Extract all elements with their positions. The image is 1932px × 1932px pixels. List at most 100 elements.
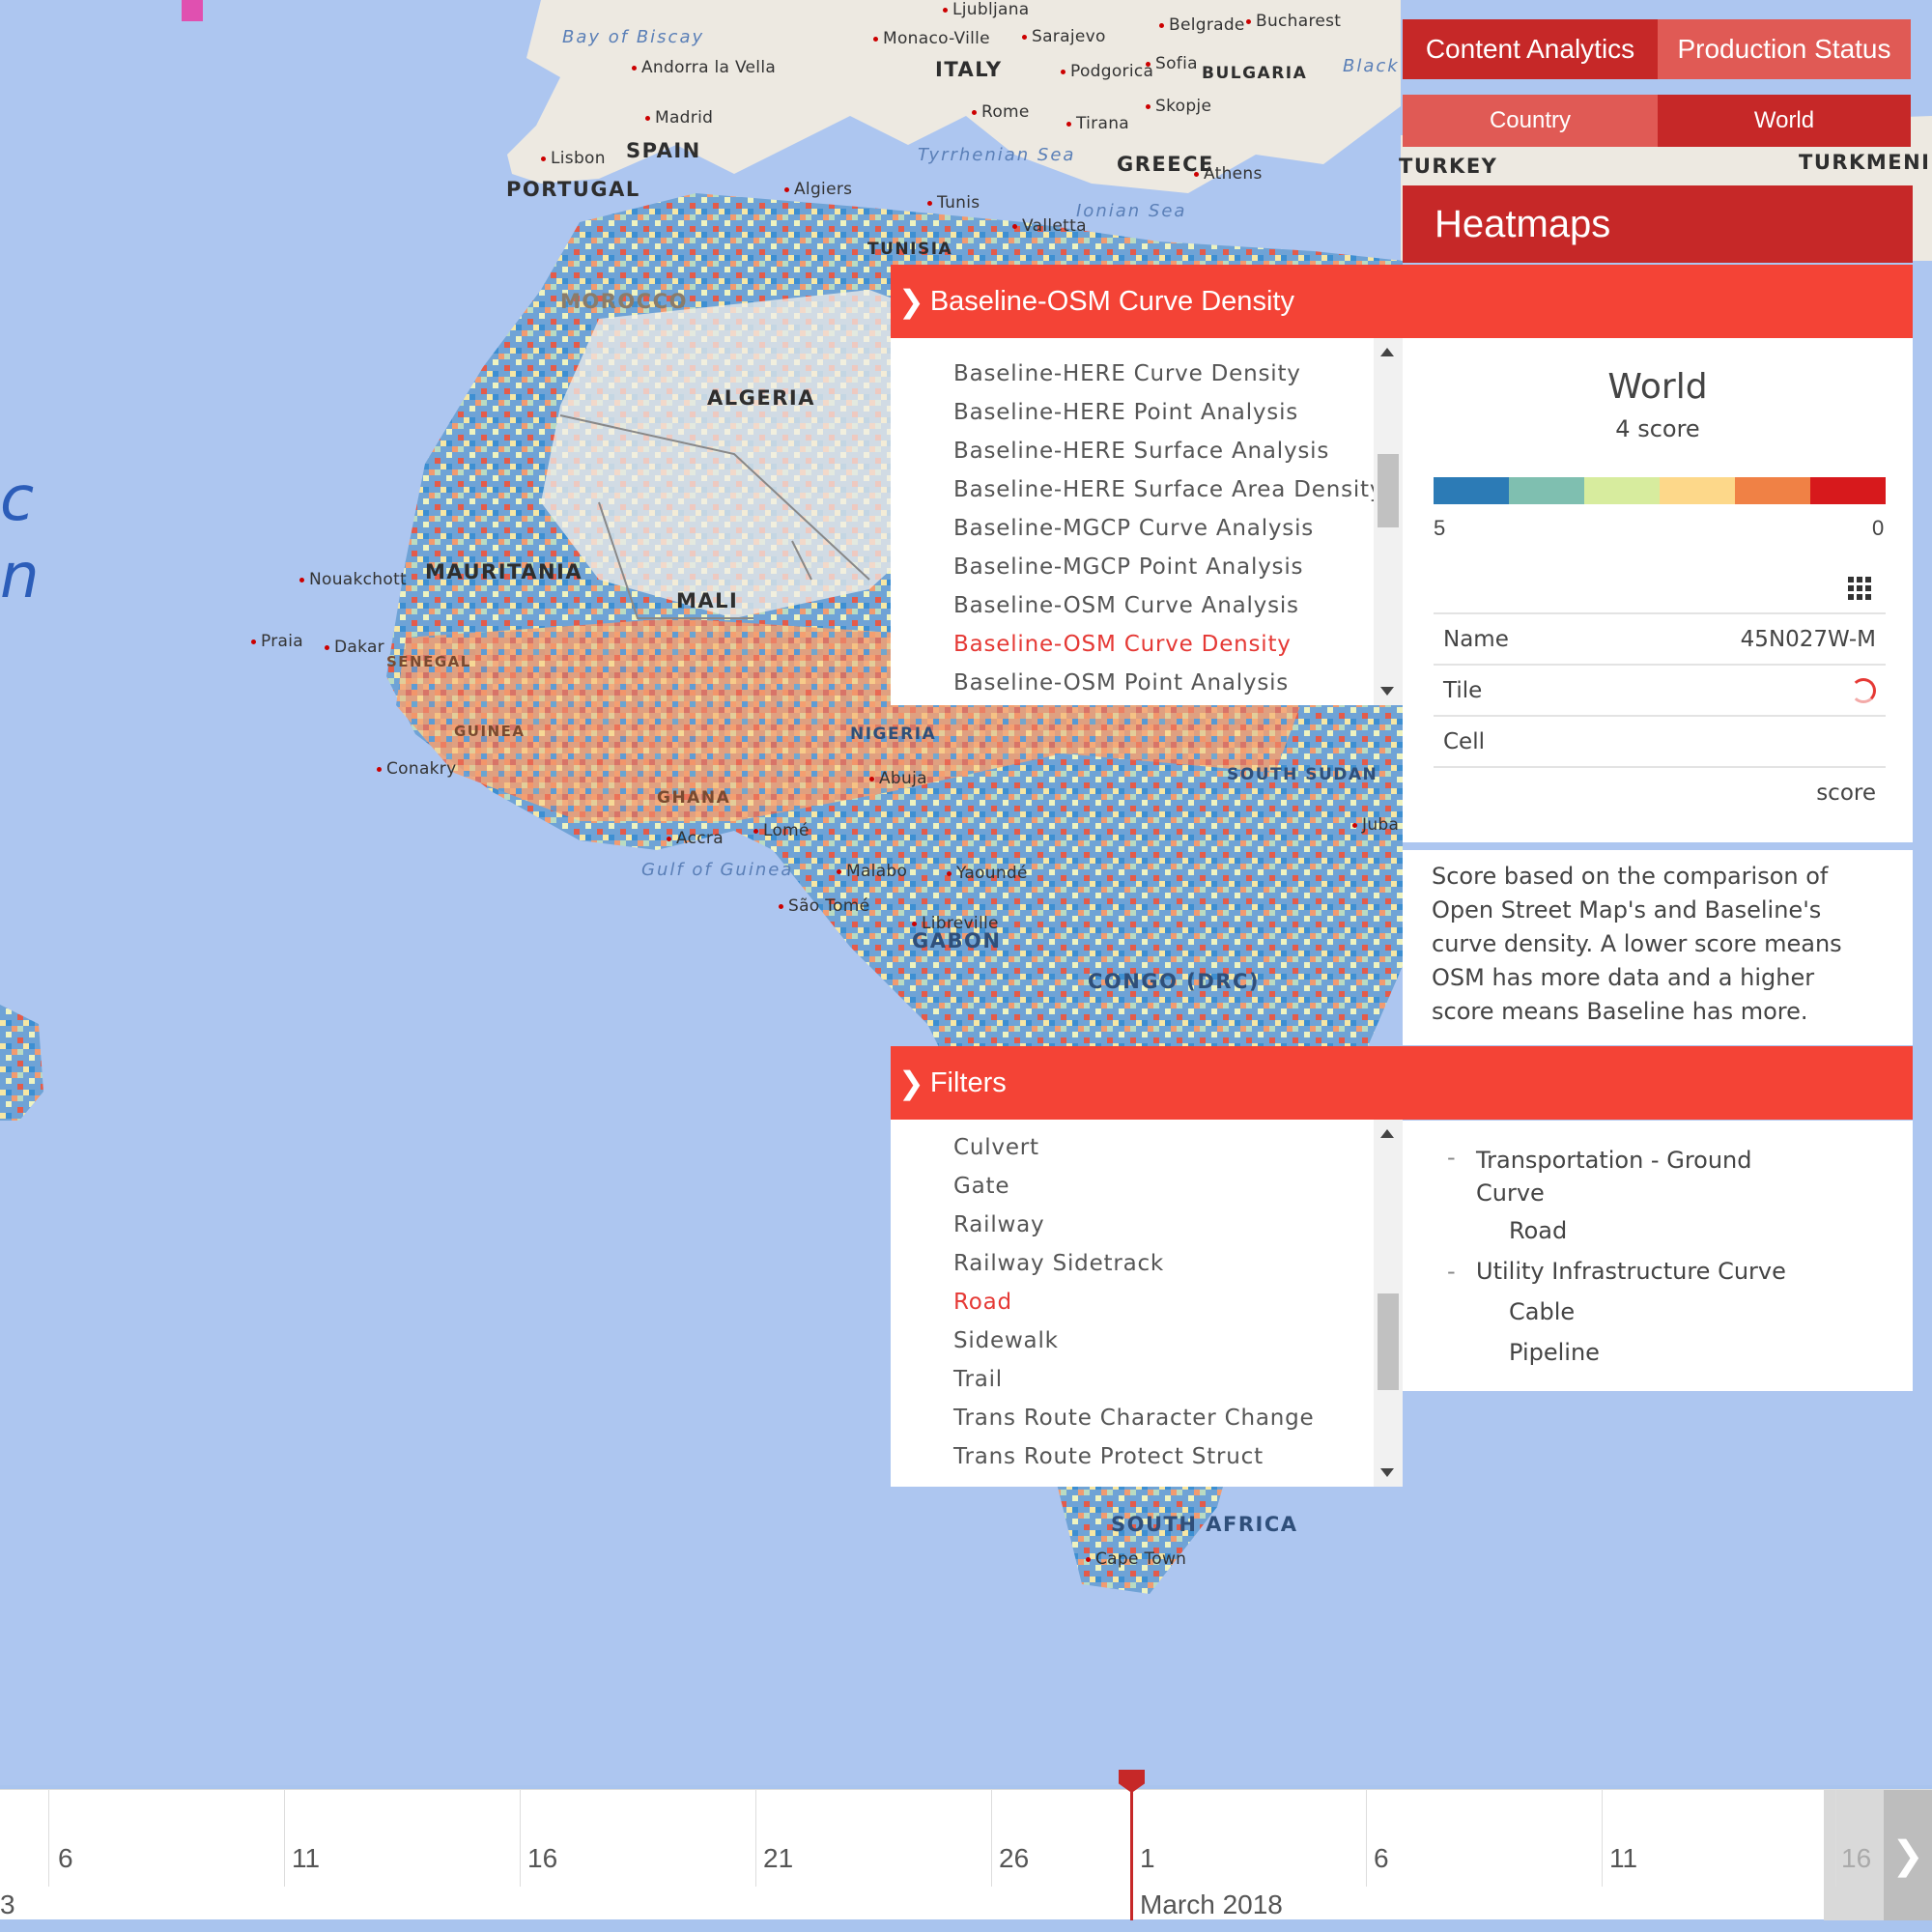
timeline-prev-month-label: 3 <box>0 1889 15 1919</box>
info-label: Cell <box>1443 728 1485 754</box>
scroll-up-icon[interactable] <box>1380 1129 1394 1138</box>
scroll-thumb[interactable] <box>1378 1293 1399 1390</box>
filter-option[interactable]: Trans Route Protect Struct <box>953 1444 1264 1469</box>
scroll-up-icon[interactable] <box>1380 348 1394 356</box>
timeline-tick-label: 26 <box>999 1843 1030 1873</box>
filters-toggle[interactable]: ❯ Filters <box>891 1046 1913 1120</box>
heatmap-option[interactable]: Baseline-OSM Point Analysis <box>953 670 1289 696</box>
filter-option[interactable]: Trail <box>953 1367 1003 1392</box>
scroll-down-icon[interactable] <box>1380 1468 1394 1477</box>
heatmap-list-scrollbar[interactable] <box>1374 338 1403 705</box>
map-city-label: Cape Town <box>1086 1549 1186 1569</box>
tree-leaf[interactable]: Cable <box>1509 1298 1575 1325</box>
map-country-label: GHANA <box>657 788 731 808</box>
map-city-label: Libreville <box>912 914 999 933</box>
tree-leaf[interactable]: Road <box>1509 1217 1567 1244</box>
tree-group[interactable]: Utility Infrastructure Curve <box>1476 1258 1786 1285</box>
heatmap-option[interactable]: Baseline-HERE Surface Area Density <box>953 477 1383 502</box>
timeline[interactable]: 6 11 16 21 26 1 6 11 16 3 March 2018 ❯ <box>0 1789 1932 1920</box>
legend-color-scale <box>1434 477 1886 504</box>
map-city-label: Bucharest <box>1246 12 1341 31</box>
legend-swatch <box>1584 477 1660 504</box>
filter-option[interactable]: Culvert <box>953 1135 1039 1160</box>
timeline-tick <box>1602 1790 1603 1887</box>
tab-content-analytics[interactable]: Content Analytics <box>1403 19 1658 79</box>
scroll-down-icon[interactable] <box>1380 687 1394 696</box>
tree-collapse-icon[interactable]: - <box>1447 1258 1456 1285</box>
info-row-name: Name 45N027W-M <box>1434 612 1886 664</box>
chevron-right-icon: ❯ <box>898 283 924 320</box>
grid-icon[interactable] <box>1848 577 1871 600</box>
legend-panel: World 4 score 5 0 Name 45N027W-M Tile Ce… <box>1403 338 1913 842</box>
filter-options-list[interactable]: Culvert Gate Railway Railway Sidetrack R… <box>891 1120 1403 1487</box>
legend-subtitle: 4 score <box>1615 415 1700 442</box>
timeline-tick-label: 11 <box>292 1843 321 1873</box>
heatmaps-title-text: Heatmaps <box>1435 202 1611 245</box>
heatmap-option[interactable]: Baseline-MGCP Curve Analysis <box>953 516 1314 541</box>
timeline-tick-label: 16 <box>527 1843 558 1873</box>
info-row-tile: Tile <box>1434 664 1886 715</box>
legend-title: World <box>1607 367 1708 407</box>
map-country-label: TUNISIA <box>867 240 953 259</box>
map-country-label: MAURITANIA <box>425 560 583 583</box>
map-city-label: Ljubljana <box>943 0 1030 19</box>
filter-option[interactable]: Sidewalk <box>953 1328 1059 1353</box>
filter-option[interactable]: Railway <box>953 1212 1044 1237</box>
map-sea-label: Tyrrhenian Sea <box>918 145 1076 165</box>
tab-country[interactable]: Country <box>1403 95 1658 147</box>
map-sea-label: Bay of Biscay <box>562 27 705 47</box>
scroll-thumb[interactable] <box>1378 454 1399 527</box>
map-city-label: Rome <box>972 102 1030 122</box>
filter-option[interactable]: Railway Sidetrack <box>953 1251 1164 1276</box>
map-sea-label: Gulf of Guinea <box>641 860 794 880</box>
filter-option[interactable]: Gate <box>953 1174 1009 1199</box>
map-city-label: Algiers <box>784 180 852 199</box>
timeline-tick <box>48 1790 49 1887</box>
map-country-label: SENEGAL <box>386 653 471 670</box>
heatmap-option[interactable]: Baseline-OSM Curve Analysis <box>953 593 1299 618</box>
heatmap-select[interactable]: ❯ Baseline-OSM Curve Density <box>891 265 1913 338</box>
tree-group[interactable]: Transportation - Ground Curve <box>1476 1144 1785 1209</box>
tree-leaf[interactable]: Pipeline <box>1509 1339 1600 1366</box>
timeline-month-label: March 2018 <box>1140 1889 1283 1919</box>
map-country-label: BULGARIA <box>1202 64 1308 83</box>
map-city-label: Madrid <box>645 108 713 128</box>
heatmap-options-list[interactable]: Baseline-HERE Curve Density Baseline-HER… <box>891 338 1403 705</box>
map-country-label: MALI <box>676 589 739 612</box>
filter-option-selected[interactable]: Road <box>953 1290 1012 1315</box>
map-city-label: Yaoundé <box>947 864 1028 883</box>
map-city-label: Andorra la Vella <box>632 58 776 77</box>
timeline-cursor[interactable] <box>1130 1777 1133 1920</box>
legend-max-label: 5 <box>1434 516 1446 540</box>
timeline-tick-label: 6 <box>58 1843 73 1873</box>
map-city-label: Belgrade <box>1159 15 1245 35</box>
loading-spinner-icon <box>1851 677 1876 703</box>
heatmap-option[interactable]: Baseline-HERE Curve Density <box>953 361 1301 386</box>
legend-swatch <box>1810 477 1886 504</box>
map-country-label: MOROCCO <box>560 290 688 313</box>
filter-option[interactable]: Trans Route Character Change <box>953 1406 1315 1431</box>
map-city-label: Juba <box>1352 815 1399 835</box>
map-sea-label: Black <box>1343 56 1400 76</box>
map-country-label: PORTUGAL <box>506 178 640 201</box>
legend-min-label: 0 <box>1872 516 1885 540</box>
ocean-label: c <box>0 464 35 535</box>
tab-world[interactable]: World <box>1658 95 1911 147</box>
app-nav-tabs: Content Analytics Production Status <box>1403 19 1911 79</box>
map-city-label: Malabo <box>837 862 907 881</box>
tab-production-status[interactable]: Production Status <box>1658 19 1911 79</box>
timeline-tick <box>991 1790 992 1887</box>
filter-list-scrollbar[interactable] <box>1374 1120 1403 1487</box>
map-country-label: NIGERIA <box>850 724 937 744</box>
heatmap-option[interactable]: Baseline-HERE Point Analysis <box>953 400 1298 425</box>
heatmap-option[interactable]: Baseline-HERE Surface Analysis <box>953 439 1329 464</box>
map-marker-icon[interactable] <box>182 0 203 21</box>
timeline-tick-label: 6 <box>1374 1843 1389 1873</box>
heatmap-option[interactable]: Baseline-MGCP Point Analysis <box>953 554 1303 580</box>
chevron-right-icon[interactable]: ❯ <box>1884 1790 1932 1920</box>
timeline-tick-label: 11 <box>1609 1843 1638 1873</box>
heatmap-option-selected[interactable]: Baseline-OSM Curve Density <box>953 632 1292 657</box>
tree-collapse-icon[interactable]: - <box>1447 1144 1456 1171</box>
map-country-label: GUINEA <box>454 723 526 740</box>
map-city-label: Lomé <box>753 821 810 840</box>
